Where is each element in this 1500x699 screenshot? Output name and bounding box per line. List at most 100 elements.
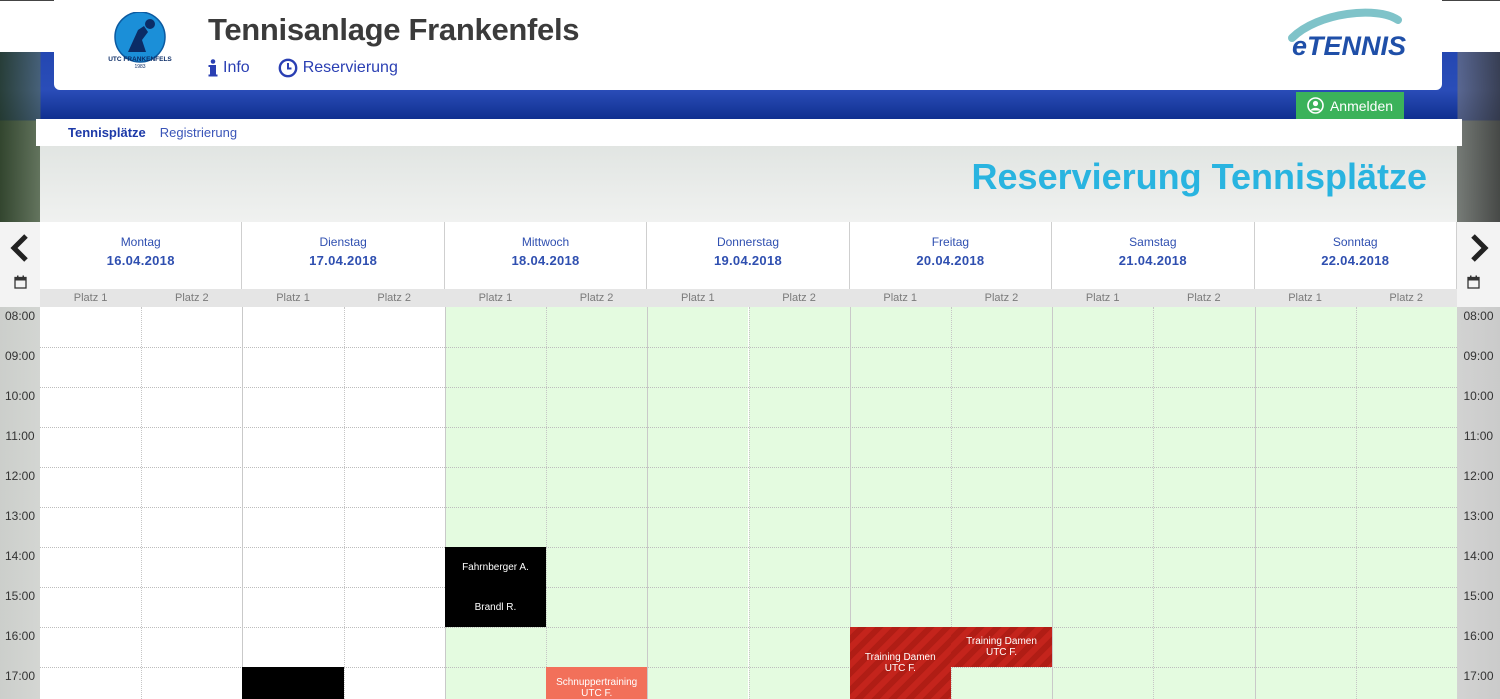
day-header: Dienstag 17.04.2018 [242,222,445,289]
day-header: Montag 16.04.2018 [40,222,243,289]
court-column[interactable] [1052,307,1154,699]
day-header: Mittwoch 18.04.2018 [445,222,648,289]
day-divider [1254,307,1256,699]
day-name: Mittwoch [521,235,570,249]
court-header: Platz 2 [1187,292,1221,304]
day-date: 20.04.2018 [916,253,985,268]
court-header: Platz 2 [984,292,1019,304]
court-column[interactable] [141,307,242,699]
day-date: 17.04.2018 [309,253,378,268]
day-date: 18.04.2018 [511,253,580,268]
court-divider [141,307,143,699]
court-column[interactable] [748,307,850,699]
court-header: Platz 1 [681,292,715,304]
nav-reservierung-label: Reservierung [302,59,398,76]
time-label: 13:00 [1463,509,1494,523]
day-divider [1052,307,1054,699]
chevron-right-icon[interactable] [1467,232,1491,264]
court-column[interactable] [242,307,343,699]
reservation-block[interactable] [242,667,344,699]
slot-grid: Fahrnberger A. Brandl R. Schnuppertraining… [40,307,1457,699]
login-button[interactable]: Anmelden [1296,92,1404,119]
reservation-block[interactable]: Schnuppertraining UTC F. [546,667,648,699]
time-label: 08:00 [1463,309,1494,323]
time-label: 11:00 [5,429,35,443]
day-header: Donnerstag 19.04.2018 [647,222,850,289]
reservation-label: Training Damen [864,652,936,663]
nav-reservierung[interactable]: Reservierung [278,58,398,78]
calendar-icon[interactable] [1467,275,1480,289]
reservation-block[interactable]: Fahrnberger A. [444,547,547,587]
right-side-column: 08:00 09:00 10:00 11:00 12:00 13:00 14:00 15:00… [1457,222,1500,699]
court-header: Platz 2 [377,292,412,304]
day-name: Freitag [931,235,970,249]
time-label: 14:00 [4,549,36,563]
reservation-club: UTC F. [985,647,1018,658]
nav-info-label: Info [223,59,250,76]
chevron-left-icon[interactable] [8,232,32,264]
time-label: 13:00 [4,509,36,523]
reservation-club: UTC F. [581,688,613,699]
day-date: 16.04.2018 [106,253,175,268]
time-label: 15:00 [4,589,36,603]
week-calendar: Montag 16.04.2018 Dienstag 17.04.2018 Mittwo… [40,222,1457,699]
day-header: Sonntag 22.04.2018 [1255,222,1457,289]
user-icon [1307,97,1324,114]
time-label: 09:00 [1463,349,1494,363]
court-header: Platz 1 [1085,292,1120,304]
court-header: Platz 2 [782,292,816,304]
etennis-logo[interactable]: eTENNIS [1288,8,1418,64]
day-divider [444,307,446,699]
court-column[interactable] [40,307,141,699]
time-label: 17:00 [4,669,36,683]
court-header: Platz 1 [73,292,108,304]
time-label: 16:00 [4,629,36,643]
time-label: 17:00 [1463,669,1494,683]
court-column[interactable] [1153,307,1255,699]
sub-nav: Tennisplätze Registrierung [36,119,1462,146]
reservation-block[interactable]: Training Damen UTC F. [849,627,951,699]
court-header: Platz 1 [478,292,513,304]
court-divider [343,307,345,699]
reservation-club: UTC F. [884,663,916,674]
info-icon [208,59,218,77]
court-column[interactable] [444,307,547,699]
title-banner: Reservierung Tennisplätze [40,146,1457,222]
time-label: 16:00 [1463,629,1494,643]
time-label: 08:00 [4,309,36,323]
day-headers: Montag 16.04.2018 Dienstag 17.04.2018 Mittwo… [40,222,1457,289]
main-nav: Info Reservierung [208,58,398,78]
court-column[interactable] [344,307,445,699]
reservation-block[interactable]: Training Damen UTC F. [950,627,1053,667]
reservation-block[interactable]: Brandl R. [444,587,547,627]
court-column[interactable] [647,307,749,699]
day-name: Samstag [1129,235,1177,249]
time-label: 11:00 [1463,429,1494,443]
club-logo[interactable]: UTC FRANKENFELS 1983 [104,12,176,70]
time-label: 10:00 [4,389,36,403]
court-divider [1153,307,1155,699]
time-label: 14:00 [1463,549,1494,563]
court-header: Platz 2 [579,292,614,304]
court-column[interactable] [546,307,648,699]
site-title: Tennisanlage Frankenfels [208,12,580,47]
subnav-tennisplaetze[interactable]: Tennisplätze [68,125,146,140]
reservation-label: Training Damen [966,636,1037,647]
page-title: Reservierung Tennisplätze [971,156,1427,197]
day-date: 21.04.2018 [1118,253,1187,268]
nav-info[interactable]: Info [208,59,250,77]
day-name: Donnerstag [716,235,779,249]
court-divider [546,307,548,699]
day-divider [242,307,244,699]
time-label: 09:00 [4,349,36,363]
subnav-registrierung[interactable]: Registrierung [160,125,237,140]
reservation-label: Brandl R. [474,601,517,613]
court-header: Platz 2 [1389,292,1424,304]
left-side-column: 08:00 09:00 10:00 11:00 12:00 13:00 14:00 15:00… [0,222,40,699]
etennis-text: eTENNIS [1292,31,1406,61]
court-header-row: Platz 1 Platz 2 Platz 1 Platz 2 Platz 1 Platz… [40,289,1457,307]
court-column[interactable] [1254,307,1356,699]
calendar-icon[interactable] [14,275,27,289]
court-column[interactable] [1355,307,1457,699]
day-divider [647,307,649,699]
